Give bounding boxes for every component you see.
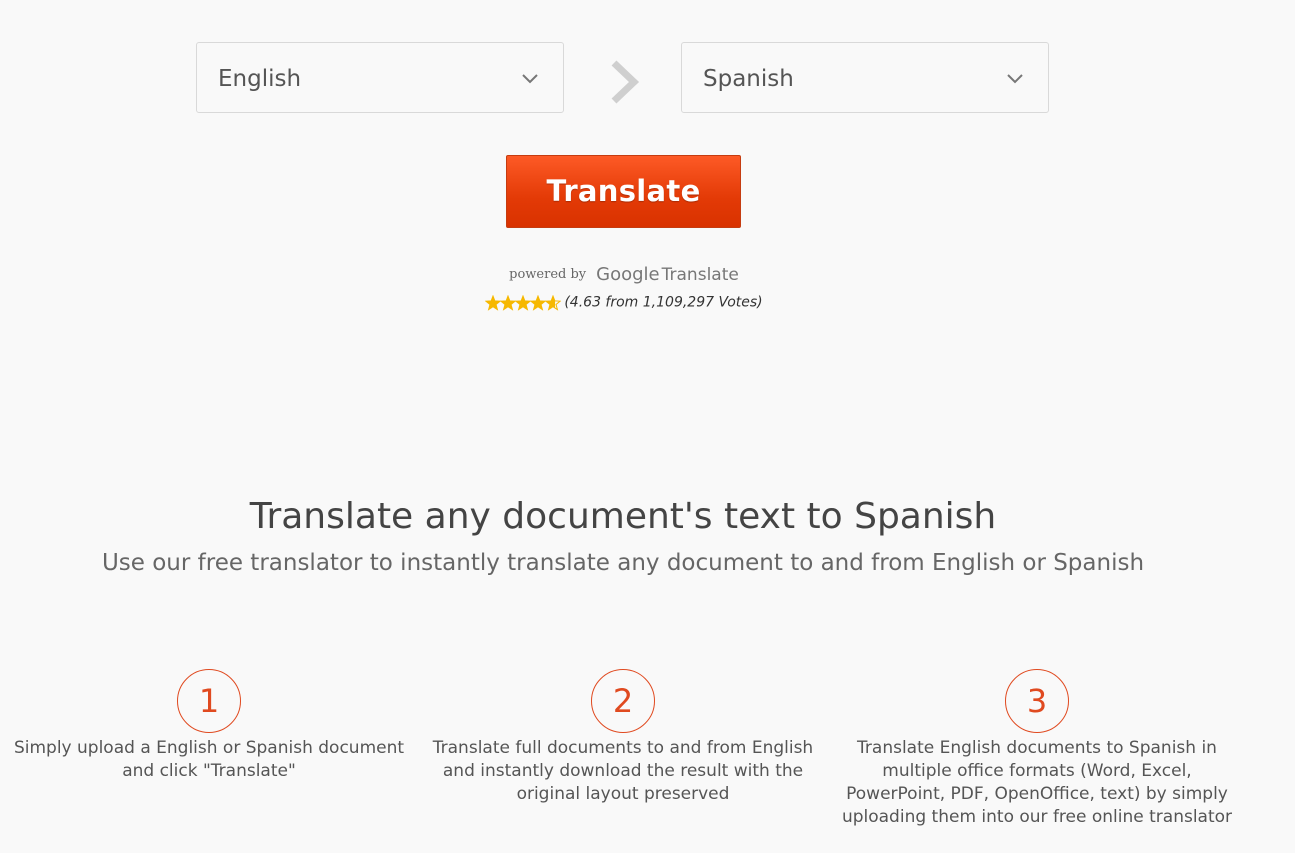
star-rating-icon[interactable] [485,294,562,311]
step-line: uploading them into our free online tran… [841,807,1233,827]
translate-wordmark: Translate [661,264,739,285]
step-number: 2 [591,669,655,733]
star-icon [501,295,516,310]
source-language-value: English [218,66,302,92]
step-3: 3 Translate English documents to Spanish… [837,669,1237,829]
star-icon [486,295,501,310]
translate-button[interactable]: Translate [506,155,741,228]
step-description: Translate English documents to Spanish i… [837,737,1237,829]
step-line: Simply upload a English or Spanish docum… [13,738,405,758]
rating: (4.63 from 1,109,297 Votes) [0,292,1248,311]
chevron-down-icon [1007,74,1023,84]
step-line: and click "Translate" [122,761,296,781]
star-icon [516,295,531,310]
source-language-select[interactable]: English [196,42,564,113]
target-language-value: Spanish [703,66,794,92]
chevron-down-icon [522,74,538,84]
step-number: 3 [1005,669,1069,733]
target-language-select[interactable]: Spanish [681,42,1049,113]
star-icon [531,295,546,310]
step-line: Translate English documents to Spanish i… [857,738,1217,758]
google-logo: Google [596,264,660,285]
step-line: and instantly download the result with t… [442,761,804,781]
rating-text: (4.63 from 1,109,297 Votes) [564,294,763,311]
step-line: original layout preserved [516,784,730,804]
step-number: 1 [177,669,241,733]
page-title: Translate any document's text to Spanish [249,496,997,537]
page-subtitle: Use our free translator to instantly tra… [101,550,1145,576]
step-line: PowerPoint, PDF, OpenOffice, text) by si… [846,784,1228,804]
step-2: 2 Translate full documents to and from E… [423,669,823,806]
powered-by-label: powered by [509,267,587,282]
step-description: Simply upload a English or Spanish docum… [9,737,409,783]
step-line: Translate full documents to and from Eng… [432,738,814,758]
chevron-right-icon [611,60,640,104]
step-description: Translate full documents to and from Eng… [423,737,823,806]
step-line: multiple office formats (Word, Excel, [882,761,1192,781]
powered-by: powered by Google Translate [0,264,1248,285]
step-1: 1 Simply upload a English or Spanish doc… [9,669,409,783]
